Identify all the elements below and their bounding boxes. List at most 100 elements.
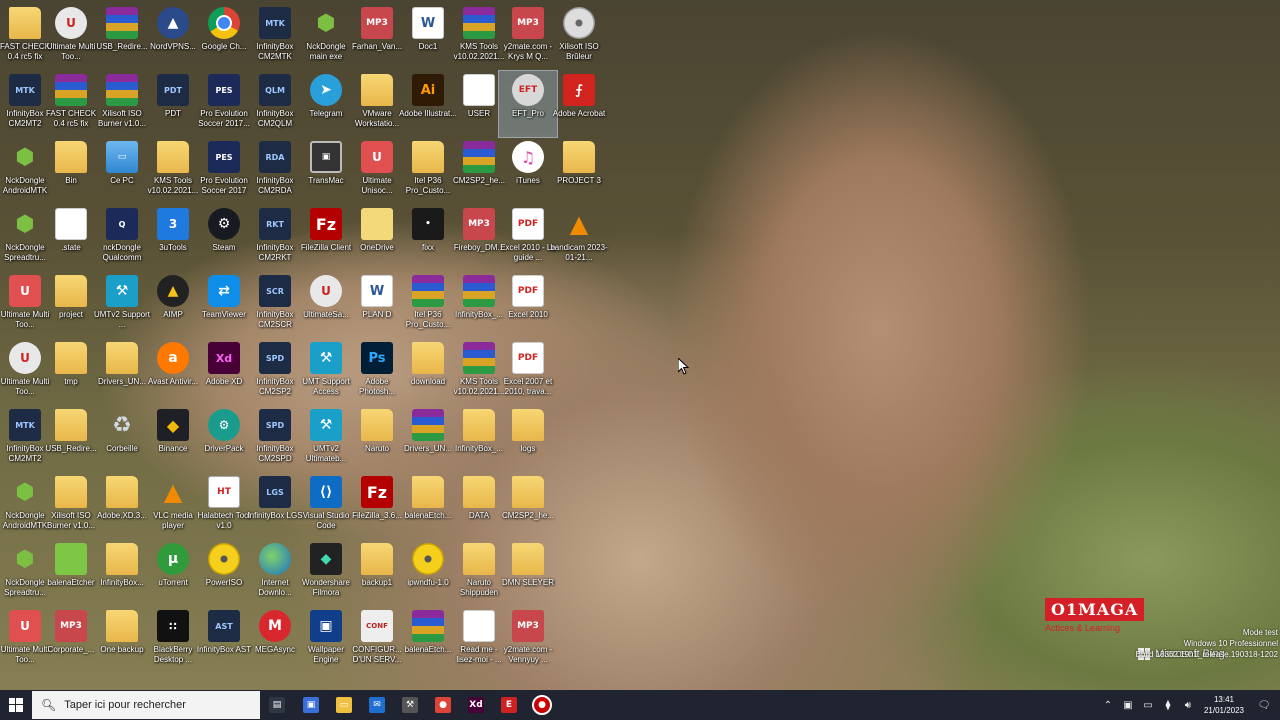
desktop-shortcut[interactable]: ◆ Binance: [144, 406, 202, 472]
desktop-shortcut[interactable]: ipwndfu-1.0: [399, 540, 457, 606]
desktop-shortcut[interactable]: SPD InfinityBox CM2SPD: [246, 406, 304, 472]
desktop-shortcut[interactable]: LGS InfinityBox LGS: [246, 473, 304, 539]
desktop-shortcut[interactable]: USB_Redire...: [93, 4, 151, 70]
desktop-shortcut[interactable]: AST InfinityBox AST: [195, 607, 253, 673]
desktop-shortcut[interactable]: Naruto: [348, 406, 406, 472]
desktop-shortcut[interactable]: SPD InfinityBox CM2SP2: [246, 339, 304, 405]
desktop-shortcut[interactable]: balenaEtcher: [42, 540, 100, 606]
desktop-shortcut[interactable]: Adobe.XD.3...: [93, 473, 151, 539]
taskbar-app[interactable]: ▭: [328, 690, 360, 720]
desktop-shortcut[interactable]: tmp: [42, 339, 100, 405]
desktop-shortcut[interactable]: W Doc1: [399, 4, 457, 70]
wifi-icon[interactable]: ⧫: [1160, 697, 1176, 713]
desktop-shortcut[interactable]: Fz FileZilla Client: [297, 205, 355, 271]
desktop-shortcut[interactable]: ⚒ UMTv2 Support ...: [93, 272, 151, 338]
desktop-shortcut[interactable]: ⟨⟩ Visual Studio Code: [297, 473, 355, 539]
desktop-shortcut[interactable]: VMware Workstatio...: [348, 71, 406, 137]
desktop-shortcut[interactable]: Xd Adobe XD: [195, 339, 253, 405]
desktop-shortcut[interactable]: HT Halabtech Tool v1.0: [195, 473, 253, 539]
desktop-shortcut[interactable]: MP3 Farhan_Van...: [348, 4, 406, 70]
desktop-shortcut[interactable]: M MEGAsync: [246, 607, 304, 673]
start-button[interactable]: [0, 690, 32, 720]
desktop-shortcut[interactable]: One backup: [93, 607, 151, 673]
desktop-shortcut[interactable]: FAST CHECK 0.4 rc5 fix: [42, 71, 100, 137]
desktop-shortcut[interactable]: ▣ TransMac: [297, 138, 355, 204]
desktop-shortcut[interactable]: ⚙ Steam: [195, 205, 253, 271]
desktop-shortcut[interactable]: ▲ AIMP: [144, 272, 202, 338]
network-icon[interactable]: ▣: [1120, 697, 1136, 713]
desktop-shortcut[interactable]: PES Pro Evolution Soccer 2017...: [195, 71, 253, 137]
desktop-shortcut[interactable]: backup1: [348, 540, 406, 606]
desktop-shortcut[interactable]: Itel P36 Pro_Custo...: [399, 138, 457, 204]
desktop-shortcut[interactable]: ⇄ TeamViewer: [195, 272, 253, 338]
desktop-shortcut[interactable]: CONF CONFIGUR... D'UN SERV...: [348, 607, 406, 673]
desktop-shortcut[interactable]: KMS Tools v10.02.2021...: [144, 138, 202, 204]
taskbar-app[interactable]: ▣: [295, 690, 327, 720]
desktop-shortcut[interactable]: a Avast Antivir...: [144, 339, 202, 405]
taskbar-app[interactable]: Xd: [460, 690, 492, 720]
desktop-shortcut[interactable]: Google Ch...: [195, 4, 253, 70]
desktop-shortcut[interactable]: project: [42, 272, 100, 338]
desktop-shortcut[interactable]: ▲ NordVPNS...: [144, 4, 202, 70]
desktop-shortcut[interactable]: PROJECT 3: [550, 138, 608, 204]
notification-icon[interactable]: 🗨︎: [1256, 697, 1272, 713]
desktop-shortcut[interactable]: ◆ Wondershare Filmora: [297, 540, 355, 606]
desktop-shortcut[interactable]: ▭ Ce PC: [93, 138, 151, 204]
chevron-up-icon[interactable]: ⌃: [1100, 697, 1116, 713]
taskbar-search-box[interactable]: 🔍︎ Taper ici pour rechercher: [32, 691, 260, 719]
desktop-shortcut[interactable]: ⚒ UMT Support Access: [297, 339, 355, 405]
taskbar-app[interactable]: E: [493, 690, 525, 720]
desktop-shortcut[interactable]: .state: [42, 205, 100, 271]
desktop-shortcut[interactable]: Fz FileZilla_3.6...: [348, 473, 406, 539]
desktop-shortcut[interactable]: OneDrive: [348, 205, 406, 271]
desktop-shortcut[interactable]: • fixx: [399, 205, 457, 271]
desktop-shortcut[interactable]: Xilisoft ISO Burner v1.0...: [42, 473, 100, 539]
desktop-shortcut[interactable]: RKT InfinityBox CM2RKT: [246, 205, 304, 271]
desktop-shortcut[interactable]: ⬢ NckDongle main exe: [297, 4, 355, 70]
desktop-shortcut[interactable]: Xilisoft ISO Burner v1.0...: [93, 71, 151, 137]
taskbar-app[interactable]: ⚒: [394, 690, 426, 720]
desktop-shortcut[interactable]: balenaEtch...: [399, 607, 457, 673]
desktop-shortcut[interactable]: Internet Downlo...: [246, 540, 304, 606]
desktop-shortcut[interactable]: ⨍ Adobe Acrobat: [550, 71, 608, 137]
desktop-shortcut[interactable]: µ uTorrent: [144, 540, 202, 606]
taskbar-app[interactable]: ●: [427, 690, 459, 720]
desktop-shortcut[interactable]: Drivers_UN...: [399, 406, 457, 472]
desktop-shortcut[interactable]: PDT PDT: [144, 71, 202, 137]
desktop-shortcut[interactable]: MP3 y2mate.com - Vennyuy ...: [499, 607, 557, 673]
desktop-shortcut[interactable]: Xilisoft ISO Brûleur: [550, 4, 608, 70]
desktop-shortcut[interactable]: Ps Adobe Photosh...: [348, 339, 406, 405]
desktop-shortcut[interactable]: PDF Excel 2007 et 2010, trava...: [499, 339, 557, 405]
desktop-shortcut[interactable]: 3 3uTools: [144, 205, 202, 271]
desktop-shortcut[interactable]: Bin: [42, 138, 100, 204]
taskbar-app[interactable]: ✉: [361, 690, 393, 720]
desktop-shortcut[interactable]: MP3 y2mate.com - Krys M Q...: [499, 4, 557, 70]
desktop-shortcut[interactable]: balenaEtch...: [399, 473, 457, 539]
desktop-shortcut[interactable]: ▲ VLC media player: [144, 473, 202, 539]
desktop-shortcut[interactable]: U Ultimate Multi Too...: [42, 4, 100, 70]
desktop-shortcut[interactable]: PowerISO: [195, 540, 253, 606]
taskbar-app[interactable]: ▤: [261, 690, 293, 720]
desktop-shortcut[interactable]: ▣ Wallpaper Engine: [297, 607, 355, 673]
desktop-shortcut[interactable]: MTK InfinityBox CM2MTK: [246, 4, 304, 70]
desktop-shortcut[interactable]: ➤ Telegram: [297, 71, 355, 137]
desktop-shortcut[interactable]: W PLAN D: [348, 272, 406, 338]
desktop-shortcut[interactable]: ▲ bandicam 2023-01-21...: [550, 205, 608, 271]
desktop-shortcut[interactable]: InfinityBox...: [93, 540, 151, 606]
volume-icon[interactable]: 🔊︎: [1180, 697, 1196, 713]
desktop-shortcut[interactable]: U Ultimate Unisoc...: [348, 138, 406, 204]
taskbar-clock[interactable]: 13:41 21/01/2023: [1204, 694, 1244, 716]
desktop-shortcut[interactable]: ♻ Corbeille: [93, 406, 151, 472]
desktop-shortcut[interactable]: USB_Redire...: [42, 406, 100, 472]
desktop-shortcut[interactable]: EFT EFT_Pro: [498, 70, 558, 138]
desktop-shortcut[interactable]: Itel P36 Pro_Custo...: [399, 272, 457, 338]
desktop-shortcut[interactable]: RDA InfinityBox CM2RDA: [246, 138, 304, 204]
desktop-shortcut[interactable]: QLM InfinityBox CM2QLM: [246, 71, 304, 137]
desktop-shortcut[interactable]: PDF Excel 2010 - Le guide ...: [499, 205, 557, 271]
desktop-shortcut[interactable]: QnckDongle Qualcomm: [93, 205, 151, 271]
desktop-shortcut[interactable]: PDF Excel 2010: [499, 272, 557, 338]
desktop-shortcut[interactable]: U UltimateSa...: [297, 272, 355, 338]
desktop-shortcut[interactable]: ♫ iTunes: [499, 138, 557, 204]
desktop-shortcut[interactable]: MP3 Corporate_...: [42, 607, 100, 673]
desktop-shortcut[interactable]: download: [399, 339, 457, 405]
